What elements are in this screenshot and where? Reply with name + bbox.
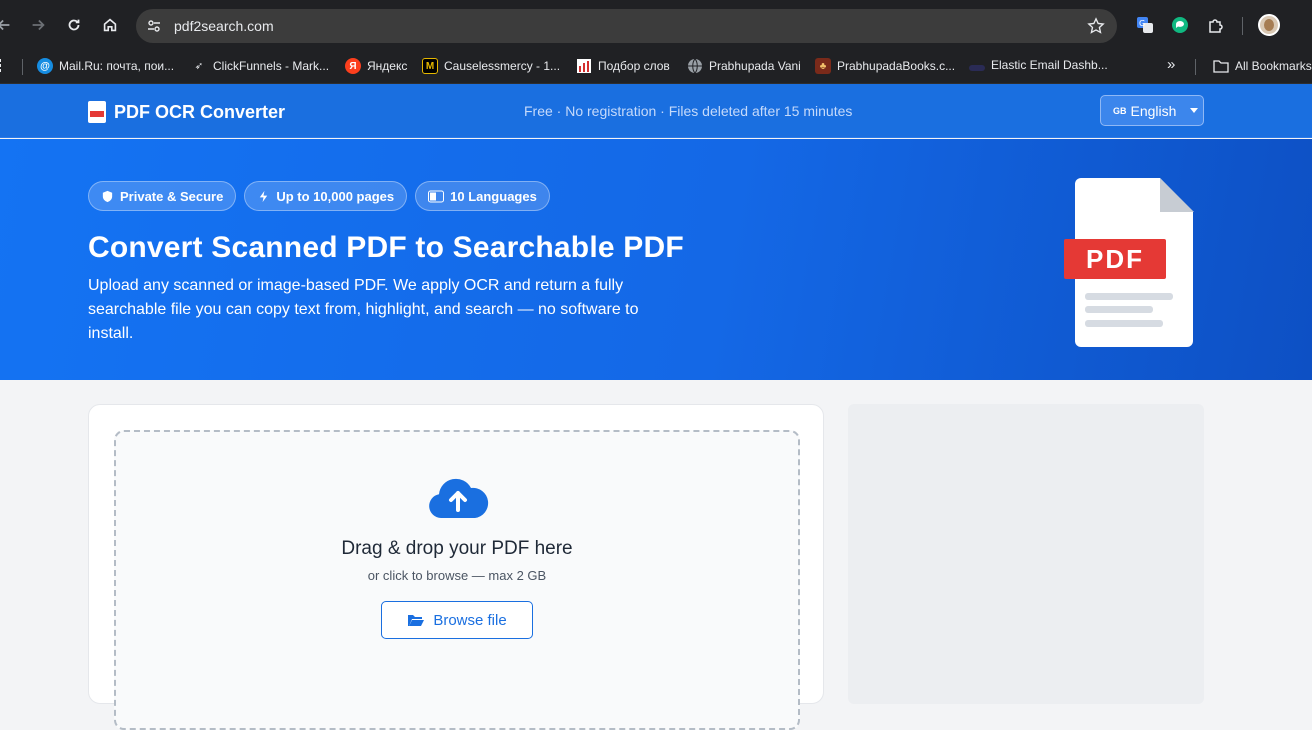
browser-toolbar: pdf2search.com G (0, 0, 1312, 50)
globe-icon (687, 58, 703, 74)
translate-extension-icon[interactable]: G (1134, 14, 1156, 36)
folder-open-icon (408, 615, 425, 626)
text-line (1085, 306, 1153, 313)
bars-icon (576, 58, 592, 74)
bookmark-label: Яндекс (367, 59, 408, 73)
hero-title: Convert Scanned PDF to Searchable PDF (88, 231, 684, 264)
upload-card: Drag & drop your PDF here or click to br… (88, 404, 824, 730)
cursor-icon: ➶ (194, 60, 204, 72)
side-panel (848, 404, 1204, 704)
text-line (1085, 293, 1173, 300)
figure-icon: ♣ (815, 58, 831, 74)
browse-file-label: Browse file (433, 611, 507, 629)
bookmark-mailru[interactable]: @ Mail.Ru: почта, пои... (37, 58, 174, 74)
hero-description: Upload any scanned or image-based PDF. W… (88, 277, 639, 342)
elastic-icon (969, 65, 985, 71)
language-select[interactable]: GB English (1100, 95, 1204, 126)
bookmark-yandex[interactable]: Я Яндекс (345, 58, 407, 74)
pdf-file-icon (88, 101, 106, 123)
bookmark-label: PrabhupadaBooks.c... (837, 59, 956, 73)
toolbar-divider (1242, 17, 1243, 35)
extensions-puzzle-icon[interactable] (1205, 14, 1227, 36)
bookmarks-divider (1195, 59, 1196, 75)
bookmark-label: Causelessmercy - 1... (444, 59, 561, 73)
bookmarks-divider (22, 59, 23, 75)
more-label: » (1167, 56, 1176, 73)
apps-grid-icon[interactable] (0, 58, 8, 72)
all-bookmarks[interactable]: All Bookmarks (1213, 58, 1312, 74)
bookmarks-bar: @ Mail.Ru: почта, пои... ➶ ClickFunnels … (0, 50, 1312, 84)
upload-dropzone[interactable]: Drag & drop your PDF here or click to br… (114, 430, 800, 730)
browse-file-button[interactable]: Browse file (381, 601, 533, 639)
bookmark-star-icon[interactable] (1087, 17, 1105, 40)
pill-languages: 10 Languages (415, 181, 550, 211)
text-line (1085, 320, 1163, 327)
site-logo[interactable]: PDF OCR Converter (88, 101, 285, 123)
hero-section: Private & Secure Up to 10,000 pages 10 L… (0, 139, 1312, 380)
forward-icon[interactable] (22, 9, 54, 41)
url-text: pdf2search.com (174, 18, 274, 34)
feature-pills: Private & Secure Up to 10,000 pages 10 L… (88, 181, 550, 211)
shield-icon (102, 190, 113, 202)
pdf-badge: PDF (1064, 239, 1166, 279)
bookmark-clickfunnels[interactable]: ➶ ClickFunnels - Mark... (191, 58, 329, 74)
folder-icon (1213, 58, 1229, 74)
bookmark-causelessmercy[interactable]: M Causelessmercy - 1... (422, 58, 560, 74)
m-icon: M (422, 58, 438, 74)
header-tagline: Free · No registration · Files deleted a… (524, 103, 853, 119)
home-icon[interactable] (94, 9, 126, 41)
logo-text: PDF OCR Converter (114, 101, 286, 122)
at-icon: @ (37, 58, 53, 74)
svg-text:G: G (1139, 19, 1145, 28)
back-icon[interactable] (0, 9, 20, 41)
pill-label: 10 Languages (450, 188, 537, 204)
yandex-icon: Я (345, 58, 361, 74)
all-bookmarks-label: All Bookmarks (1235, 59, 1312, 73)
site-settings-icon[interactable] (142, 14, 166, 38)
more-bookmarks-icon[interactable]: » (1167, 56, 1175, 73)
pill-label: Up to 10,000 pages (276, 188, 395, 204)
bookmark-label: Подбор слов (598, 59, 670, 73)
pill-pages: Up to 10,000 pages (244, 181, 408, 211)
bookmark-elastic-email[interactable]: Elastic Email Dashb... (969, 58, 1108, 72)
dropzone-title: Drag & drop your PDF here (341, 538, 573, 559)
bookmark-label: Elastic Email Dashb... (991, 58, 1108, 72)
address-bar[interactable]: pdf2search.com (136, 9, 1117, 43)
bookmark-podbor-slov[interactable]: Подбор слов (576, 58, 670, 74)
pill-label: Private & Secure (120, 188, 224, 204)
profile-avatar[interactable] (1258, 14, 1280, 36)
language-label: English (1130, 102, 1177, 119)
page-fold (1160, 178, 1194, 212)
dropzone-subtitle: or click to browse — max 2 GB (367, 568, 547, 583)
bookmark-label: Mail.Ru: почта, пои... (59, 59, 175, 73)
caret-down-icon (1190, 108, 1199, 113)
chat-extension-icon[interactable] (1169, 14, 1191, 36)
flag-gb-icon: GB (1113, 105, 1127, 116)
pill-private-secure: Private & Secure (88, 181, 237, 211)
bookmark-label: ClickFunnels - Mark... (213, 59, 330, 73)
site-header: PDF OCR Converter Free · No registration… (0, 84, 1312, 138)
cloud-upload-icon (429, 478, 489, 518)
bookmark-prabhupada-books[interactable]: ♣ PrabhupadaBooks.c... (815, 58, 955, 74)
lightning-icon (260, 190, 268, 202)
language-icon (428, 190, 445, 202)
bookmark-prabhupada-vani[interactable]: Prabhupada Vani (687, 58, 801, 74)
bookmark-label: Prabhupada Vani (709, 59, 801, 73)
reload-icon[interactable] (58, 9, 90, 41)
